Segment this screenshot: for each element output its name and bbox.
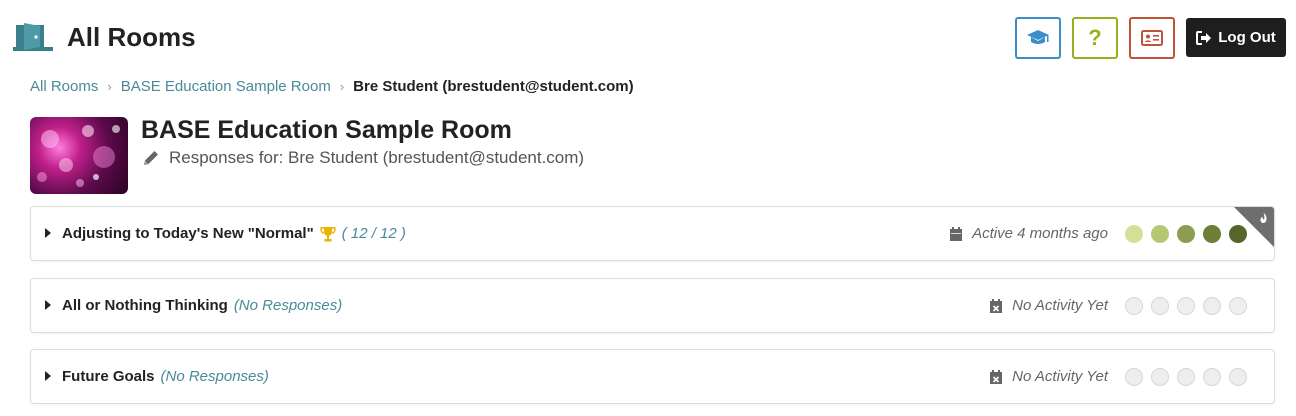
calendar-x-icon	[990, 298, 1003, 313]
activity-status-text: Active 4 months ago	[972, 225, 1108, 242]
page-title: All Rooms	[67, 22, 196, 52]
response-count: (No Responses)	[160, 368, 269, 385]
progress-dot-empty	[1151, 368, 1169, 386]
progress-dots	[1125, 368, 1247, 386]
chevron-right-icon: ›	[107, 79, 112, 94]
activity-status-text: No Activity Yet	[1012, 297, 1108, 314]
trophy-icon	[320, 226, 336, 241]
logout-label: Log Out	[1218, 29, 1276, 46]
room-title: BASE Education Sample Room	[141, 116, 512, 144]
activity-title[interactable]: All or Nothing Thinking (No Responses)	[62, 297, 342, 314]
progress-dot-empty	[1177, 368, 1195, 386]
help-button[interactable]: ?	[1072, 17, 1118, 59]
logout-button[interactable]: Log Out	[1186, 18, 1286, 57]
activity-title[interactable]: Adjusting to Today's New "Normal" ( 12 / …	[62, 225, 406, 242]
activity-row[interactable]: Future Goals (No Responses) No Activity Ye…	[30, 349, 1275, 404]
activity-title-text: All or Nothing Thinking	[62, 297, 228, 314]
profile-card-button[interactable]	[1129, 17, 1175, 59]
education-button[interactable]	[1015, 17, 1061, 59]
room-subtitle: Responses for: Bre Student (brestudent@s…	[142, 148, 584, 168]
progress-dot-empty	[1125, 297, 1143, 315]
response-count: ( 12 / 12 )	[341, 225, 406, 242]
sign-out-icon	[1196, 30, 1212, 45]
progress-dot-empty	[1125, 368, 1143, 386]
response-count: (No Responses)	[233, 297, 343, 314]
progress-dot-empty	[1229, 297, 1247, 315]
activity-status-text: No Activity Yet	[1012, 368, 1108, 385]
progress-dot-empty	[1203, 368, 1221, 386]
activity-row[interactable]: Adjusting to Today's New "Normal" ( 12 / …	[30, 206, 1275, 261]
progress-dot-empty	[1203, 297, 1221, 315]
calendar-icon	[950, 226, 963, 241]
activity-title-text: Future Goals	[62, 368, 155, 385]
activity-title[interactable]: Future Goals (No Responses)	[62, 368, 269, 385]
id-card-icon	[1141, 30, 1163, 46]
caret-right-icon[interactable]	[45, 300, 51, 310]
room-subtitle-text: Responses for: Bre Student (brestudent@s…	[169, 148, 585, 167]
room-thumbnail	[30, 117, 128, 194]
activity-status: No Activity Yet	[989, 297, 1108, 314]
progress-dots	[1125, 225, 1247, 243]
chevron-right-icon: ›	[339, 79, 345, 94]
activity-status: No Activity Yet	[989, 368, 1108, 385]
breadcrumb-current: Bre Student (brestudent@student.com)	[353, 78, 634, 95]
progress-dot-empty	[1177, 297, 1195, 315]
caret-right-icon[interactable]	[45, 371, 51, 381]
progress-dot-filled	[1177, 225, 1195, 243]
graduation-cap-icon	[1027, 30, 1049, 44]
bokeh-image	[37, 125, 120, 187]
breadcrumb-all-rooms[interactable]: All Rooms	[30, 78, 98, 95]
progress-dot-filled	[1203, 225, 1221, 243]
progress-dot-filled	[1151, 225, 1169, 243]
top-bar: All Rooms ? Log Out	[0, 0, 1296, 76]
activity-status: Active 4 months ago	[949, 225, 1108, 242]
breadcrumb-room[interactable]: BASE Education Sample Room	[121, 78, 331, 95]
door-icon	[13, 23, 53, 51]
caret-right-icon[interactable]	[45, 228, 51, 238]
breadcrumb: All Rooms › BASE Education Sample Room ›…	[30, 78, 634, 95]
progress-dot-empty	[1151, 297, 1169, 315]
progress-dot-filled	[1125, 225, 1143, 243]
activity-row[interactable]: All or Nothing Thinking (No Responses) No …	[30, 278, 1275, 333]
activity-title-text: Adjusting to Today's New "Normal"	[62, 225, 314, 242]
flame-icon	[1260, 212, 1267, 223]
progress-dot-empty	[1229, 368, 1247, 386]
calendar-x-icon	[990, 369, 1003, 384]
pencil-icon	[144, 151, 158, 165]
progress-dots	[1125, 297, 1247, 315]
